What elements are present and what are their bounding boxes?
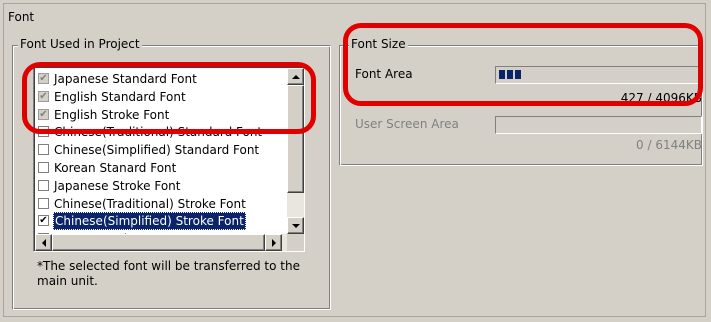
scroll-right-arrow-icon: [271, 238, 276, 247]
transfer-note: *The selected font will be transferred t…: [37, 259, 300, 288]
font-list-item[interactable]: Chinese(Simplified) Standard Font: [36, 141, 286, 159]
font-list-item[interactable]: Japanese Stroke Font: [36, 177, 286, 195]
font-used-group-title: Font Used in Project: [18, 37, 142, 51]
font-checkbox[interactable]: [38, 162, 49, 173]
font-checkbox[interactable]: ✔: [38, 215, 49, 227]
font-checkbox[interactable]: [38, 179, 49, 191]
font-list-item[interactable]: Korean Stanard Font: [36, 159, 286, 177]
scroll-right-button[interactable]: [265, 234, 282, 251]
scroll-left-button[interactable]: [35, 234, 52, 251]
highlight-enabled-fonts: [22, 62, 316, 134]
scroll-down-arrow-icon: [291, 223, 300, 228]
check-mark-icon: ✔: [39, 215, 48, 227]
horizontal-scroll-thumb[interactable]: [52, 234, 265, 251]
font-list-item-label: Chinese(Simplified) Stroke Font: [53, 212, 246, 231]
user-screen-area-label: User Screen Area: [355, 117, 459, 131]
highlight-font-size: [343, 23, 703, 106]
scroll-left-arrow-icon: [41, 238, 46, 247]
font-list-item-label: Japanese Stroke Font: [54, 178, 181, 193]
user-screen-area-value: 0 / 6144KB: [636, 138, 702, 152]
font-checkbox[interactable]: [38, 144, 49, 156]
font-list-item[interactable]: Chinese(Traditional) Stroke Font: [36, 195, 286, 213]
scrollbar-corner: [287, 234, 304, 251]
font-section-title: Font: [8, 10, 35, 24]
scroll-down-button[interactable]: [287, 217, 304, 234]
font-list-item[interactable]: ✔ Chinese(Simplified) Stroke Font: [36, 212, 286, 231]
font-list-item-label: Chinese(Simplified) Standard Font: [54, 143, 260, 158]
font-list-item-label: Chinese(Traditional) Stroke Font: [54, 196, 246, 211]
user-screen-area-meter: [495, 116, 702, 134]
font-list-item-label: Korean Stanard Font: [54, 161, 177, 175]
font-checkbox[interactable]: [38, 197, 49, 209]
